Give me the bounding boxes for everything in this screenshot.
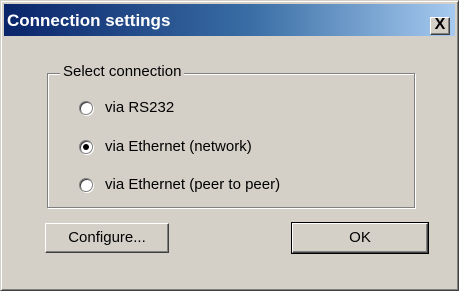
- title-bar[interactable]: Connection settings: [4, 4, 455, 36]
- window-title: Connection settings: [7, 11, 171, 30]
- radio-button[interactable]: [79, 101, 93, 115]
- connection-settings-dialog: Connection settings X Select connection …: [0, 0, 459, 291]
- close-icon: X: [434, 16, 446, 33]
- ok-button[interactable]: OK: [291, 222, 429, 254]
- groupbox-legend: Select connection: [60, 63, 185, 80]
- configure-button[interactable]: Configure...: [45, 223, 169, 253]
- radio-button[interactable]: [79, 140, 93, 154]
- radio-label[interactable]: via RS232: [105, 99, 174, 116]
- radio-selected-dot: [83, 144, 89, 150]
- radio-label[interactable]: via Ethernet (network): [105, 138, 252, 155]
- radio-button[interactable]: [79, 178, 93, 192]
- close-button[interactable]: X: [430, 16, 450, 35]
- radio-label[interactable]: via Ethernet (peer to peer): [105, 176, 280, 193]
